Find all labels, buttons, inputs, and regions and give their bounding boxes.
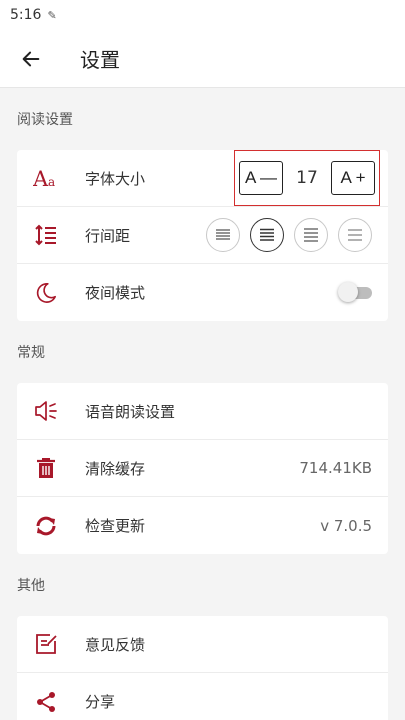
refresh-icon: [33, 513, 59, 539]
check-update-label: 检查更新: [85, 517, 146, 535]
font-size-icon: A a: [33, 165, 59, 191]
clear-cache-row[interactable]: 清除缓存 714.41KB: [17, 440, 388, 497]
normal-lines-icon: [260, 228, 274, 241]
arrow-left-icon: [22, 51, 40, 66]
tts-settings-row[interactable]: 语音朗读设置: [17, 383, 388, 440]
font-decrease-button[interactable]: A —: [239, 161, 283, 195]
tts-settings-label: 语音朗读设置: [85, 402, 176, 421]
speaker-icon: [33, 398, 59, 424]
font-size-row: A a 字体大小 A — 17 A +: [17, 150, 388, 207]
clear-cache-label: 清除缓存: [85, 459, 146, 478]
share-row[interactable]: 分享: [17, 673, 388, 720]
pen-icon: ✎: [47, 8, 57, 22]
font-increase-button[interactable]: A +: [331, 161, 375, 195]
section-header-general: 常规: [17, 345, 45, 361]
compact-lines-icon: [216, 229, 230, 240]
toggle-thumb: [338, 281, 358, 302]
svg-text:a: a: [48, 175, 55, 189]
other-settings-card: 意见反馈 分享: [17, 616, 388, 720]
status-bar: 5:16 ✎: [0, 0, 405, 30]
font-size-control: A — 17 A +: [234, 150, 380, 206]
cache-size-value: 714.41KB: [299, 459, 372, 477]
app-version-value: v 7.0.5: [320, 516, 372, 535]
feedback-row[interactable]: 意见反馈: [17, 616, 388, 673]
share-icon: [33, 689, 59, 715]
wide-lines-icon: [348, 229, 362, 241]
back-button[interactable]: [0, 30, 62, 88]
svg-text:A: A: [33, 167, 49, 189]
line-spacing-icon: [33, 222, 59, 248]
line-spacing-loose-option[interactable]: [294, 218, 328, 252]
section-header-other: 其他: [17, 578, 45, 594]
line-spacing-normal-option[interactable]: [250, 218, 284, 252]
night-mode-toggle[interactable]: [338, 281, 372, 302]
line-spacing-wide-option[interactable]: [338, 218, 372, 252]
reading-settings-card: A a 字体大小 A — 17 A + 行间距 夜间模式: [17, 150, 388, 321]
status-time: 5:16: [10, 7, 42, 23]
check-update-row[interactable]: 检查更新 v 7.0.5: [17, 497, 388, 554]
night-mode-row: 夜间模式: [17, 264, 388, 321]
section-header-reading: 阅读设置: [17, 112, 73, 128]
line-spacing-options: [206, 218, 372, 252]
share-label: 分享: [85, 693, 116, 711]
moon-icon: [33, 280, 59, 306]
night-mode-label: 夜间模式: [85, 284, 146, 302]
trash-icon: [33, 455, 59, 481]
line-spacing-label: 行间距: [85, 226, 131, 245]
edit-note-icon: [33, 631, 59, 657]
page-title: 设置: [80, 48, 120, 72]
line-spacing-row: 行间距: [17, 207, 388, 264]
general-settings-card: 语音朗读设置 清除缓存 714.41KB 检查更新 v 7.0.5: [17, 383, 388, 554]
loose-lines-icon: [304, 228, 318, 242]
line-spacing-compact-option[interactable]: [206, 218, 240, 252]
feedback-label: 意见反馈: [85, 635, 146, 654]
font-size-value: 17: [296, 168, 318, 188]
font-size-label: 字体大小: [85, 169, 146, 188]
app-bar: 设置: [0, 30, 405, 88]
